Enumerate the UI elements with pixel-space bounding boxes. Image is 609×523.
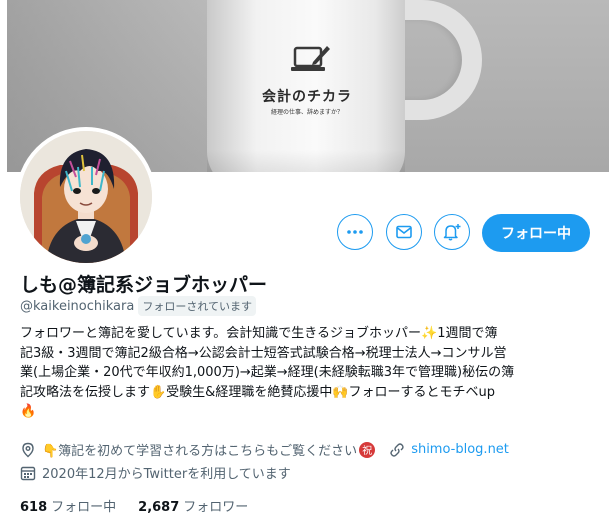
mug-shade bbox=[207, 150, 405, 172]
laptop-pen-icon bbox=[291, 46, 330, 71]
profile-meta: 👇簿記を初めて学習される方はこちらもご覧ください 祝 shimo-blog.ne… bbox=[20, 440, 509, 459]
location-text: 👇簿記を初めて学習される方はこちらもご覧ください bbox=[42, 444, 358, 459]
celebration-badge-icon: 祝 bbox=[359, 441, 376, 458]
follows-you-badge: フォローされています bbox=[138, 296, 256, 316]
joined-date: 2020年12月からTwitterを利用しています bbox=[42, 467, 291, 482]
website-link[interactable]: shimo-blog.net bbox=[411, 442, 509, 457]
more-dots-icon bbox=[347, 230, 363, 234]
more-button[interactable] bbox=[337, 214, 373, 250]
avatar-illustration bbox=[20, 131, 152, 263]
link-icon bbox=[389, 442, 405, 458]
followers-count-link[interactable]: 2,687 フォロワー bbox=[138, 496, 248, 515]
mug-tagline-text: 経理の仕事、辞めますか？ bbox=[270, 109, 343, 116]
following-count-link[interactable]: 618 フォロー中 bbox=[20, 496, 116, 515]
following-count: 618 bbox=[20, 500, 48, 515]
bio-line: 🔥 bbox=[20, 404, 37, 419]
mail-icon bbox=[396, 225, 412, 239]
bio-line: 業(上場企業・20代で年収約1,000万)→起業→経理(未経験転職3年で管理職)… bbox=[20, 365, 515, 380]
bell-plus-icon bbox=[443, 224, 461, 241]
following-button[interactable]: フォロー中 bbox=[482, 214, 590, 252]
location-pin-icon bbox=[20, 442, 36, 458]
bio-line: フォロワーと簿記を愛しています。会計知識で生きるジョブホッパー✨1週間で簿 bbox=[20, 326, 498, 341]
followers-label: フォロワー bbox=[183, 500, 249, 515]
joined-row: 2020年12月からTwitterを利用しています bbox=[20, 463, 291, 482]
followers-count: 2,687 bbox=[138, 500, 180, 515]
following-label: フォロー中 bbox=[51, 500, 117, 515]
handle-row: @kaikeinochikara フォローされています bbox=[20, 296, 256, 316]
bio-line: 記3級・3週間で簿記2級合格→公認会計士短答式試験合格→税理士法人→コンサル営 bbox=[20, 345, 507, 361]
bio-line: 記攻略法を伝授します✋受験生&経理職を絶賛応援中🙌フォローするとモチベup bbox=[20, 384, 496, 400]
user-handle: @kaikeinochikara bbox=[20, 298, 135, 314]
bio: フォロワーと簿記を愛しています。会計知識で生きるジョブホッパー✨1週間で簿 記3… bbox=[20, 324, 584, 422]
follow-stats: 618 フォロー中 2,687 フォロワー bbox=[20, 496, 248, 515]
mug-brand-text: 会計のチカラ bbox=[262, 89, 352, 105]
calendar-icon bbox=[20, 465, 36, 481]
message-button[interactable] bbox=[386, 214, 422, 250]
display-name: しも@簿記系ジョブホッパー bbox=[20, 274, 268, 296]
avatar[interactable] bbox=[16, 127, 156, 267]
notify-button[interactable] bbox=[434, 214, 470, 250]
